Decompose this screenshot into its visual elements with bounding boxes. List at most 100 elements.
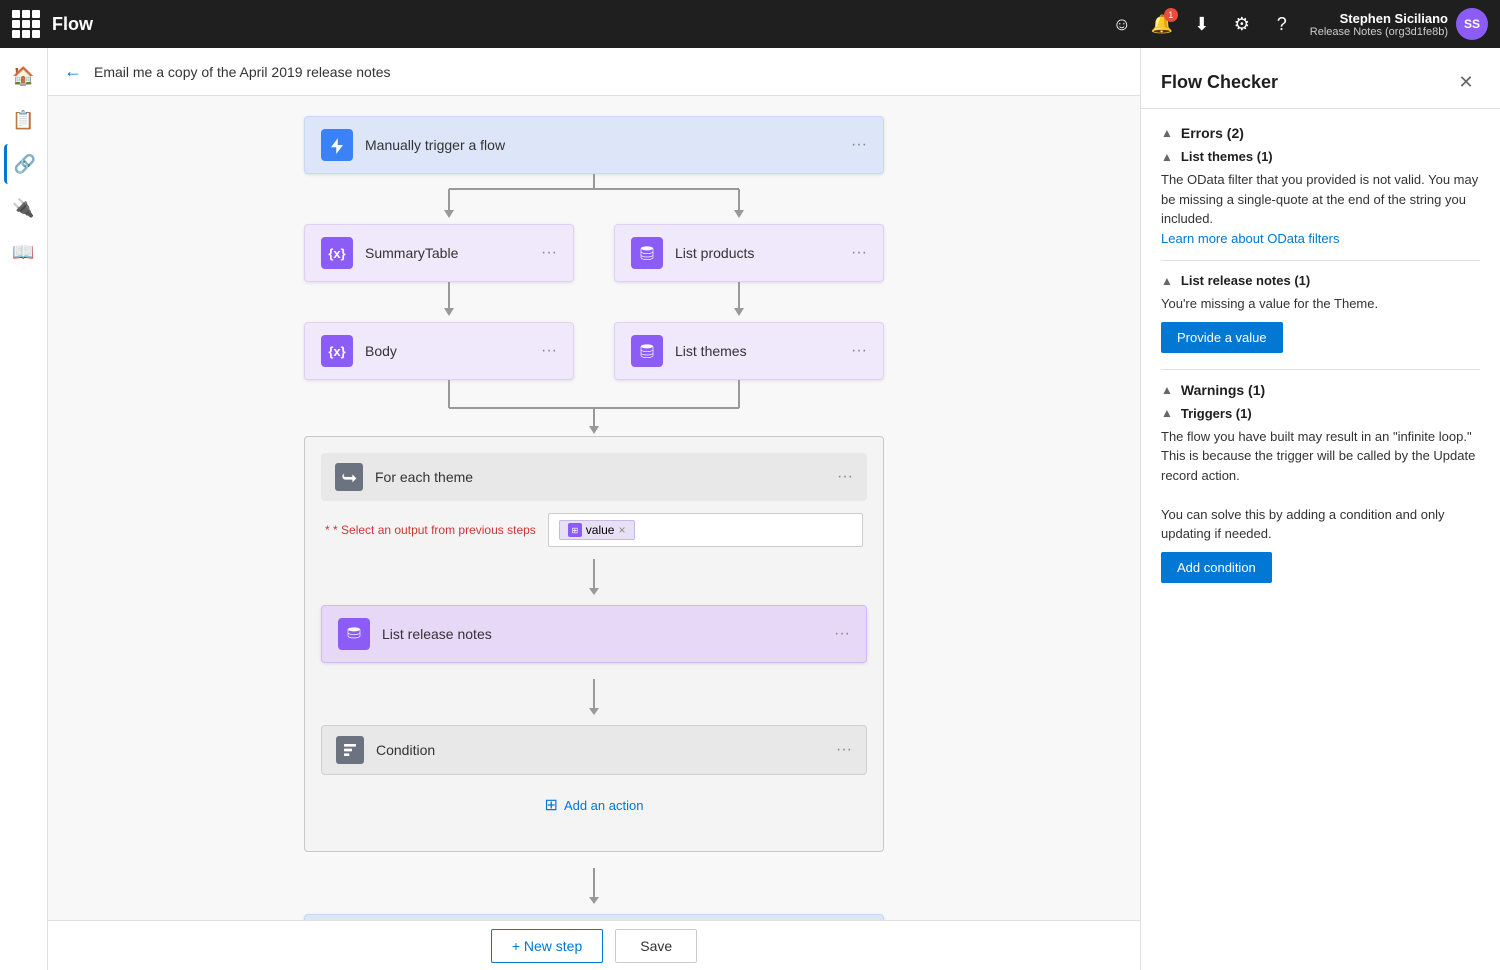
avatar: SS [1456,8,1488,40]
triggers-message-1: The flow you have built may result in an… [1161,429,1475,483]
list-release-notes-chevron: ▲ [1161,274,1173,288]
chip-icon: ⊞ [568,523,582,537]
flow-diagram: Manually trigger a flow ··· [68,116,1120,970]
summary-table-label: SummaryTable [365,245,529,261]
for-each-header[interactable]: For each theme ··· [321,453,867,501]
list-release-notes-block[interactable]: List release notes ··· [321,605,867,663]
errors-section-header[interactable]: ▲ Errors (2) [1161,125,1480,141]
summary-table-menu[interactable]: ··· [541,244,557,262]
triggers-message-2: You can solve this by adding a condition… [1161,507,1445,542]
sidebar-item-connections[interactable]: 🔌 [4,188,44,228]
add-condition-button[interactable]: Add condition [1161,552,1272,583]
list-themes-icon [631,335,663,367]
user-text: Stephen Siciliano Release Notes (org3d1f… [1310,11,1448,38]
list-themes-error-header[interactable]: ▲ List themes (1) [1161,149,1480,164]
app-title: Flow [52,14,1098,35]
condition-icon [336,736,364,764]
list-themes-block[interactable]: List themes ··· [614,322,884,380]
topbar-icons: ☺ 🔔 1 ⬇ ⚙ ? Stephen Siciliano Release No… [1110,8,1488,40]
for-each-container: For each theme ··· * * Select an output … [304,436,884,852]
provide-value-button[interactable]: Provide a value [1161,322,1283,353]
body-menu[interactable]: ··· [541,342,557,360]
flow-checker-header: Flow Checker ✕ [1141,48,1500,109]
notification-badge: 1 [1164,8,1178,22]
body-label: Body [365,343,529,359]
list-release-notes-error: ▲ List release notes (1) You're missing … [1161,273,1480,353]
user-name: Stephen Siciliano [1310,11,1448,26]
trigger-block[interactable]: Manually trigger a flow ··· [304,116,884,174]
sidebar-item-home[interactable]: 🏠 [4,56,44,96]
flow-checker-title: Flow Checker [1161,72,1278,93]
flow-checker-panel: Flow Checker ✕ ▲ Errors (2) ▲ List theme… [1140,48,1500,970]
waffle-icon[interactable] [12,10,40,38]
for-each-label: For each theme [375,469,825,485]
sidebar-item-active[interactable]: 🔗 [4,144,44,184]
warnings-chevron: ▲ [1161,383,1173,397]
new-step-button[interactable]: + New step [491,929,603,963]
list-products-menu[interactable]: ··· [851,244,867,262]
odata-learn-link[interactable]: Learn more about OData filters [1161,231,1339,246]
loop-icon [335,463,363,491]
condition-menu[interactable]: ··· [836,741,852,759]
condition-block[interactable]: Condition ··· [321,725,867,775]
triggers-warning: ▲ Triggers (1) The flow you have built m… [1161,406,1480,583]
warnings-section: ▲ Warnings (1) ▲ Triggers (1) The flow y… [1161,382,1480,583]
main-arrow-after-loop [593,868,595,898]
warnings-section-header[interactable]: ▲ Warnings (1) [1161,382,1480,398]
sidebar: 🏠 📋 🔗 🔌 📖 [0,48,48,970]
topbar: Flow ☺ 🔔 1 ⬇ ⚙ ? Stephen Siciliano Relea… [0,0,1500,48]
list-release-notes-icon [338,618,370,650]
branch-row-2: {x} Body ··· List themes ··· [304,322,884,380]
body-icon: {x} [321,335,353,367]
list-release-notes-label: List release notes [382,626,822,642]
branch-arrow-row-1 [304,282,884,322]
trigger-icon [321,129,353,161]
for-each-menu[interactable]: ··· [837,468,853,486]
branch-left-2: {x} Body ··· [304,322,574,380]
breadcrumb: Email me a copy of the April 2019 releas… [94,64,391,80]
errors-chevron: ▲ [1161,126,1173,140]
notification-icon[interactable]: 🔔 1 [1150,12,1174,36]
list-release-notes-error-header[interactable]: ▲ List release notes (1) [1161,273,1480,288]
loop-select-row: * * Select an output from previous steps… [321,513,867,547]
list-themes-label: List themes [675,343,839,359]
errors-title: Errors (2) [1181,125,1244,141]
back-button[interactable]: ← [64,61,82,82]
warnings-title: Warnings (1) [1181,382,1265,398]
condition-label: Condition [376,742,824,758]
list-themes-menu[interactable]: ··· [851,342,867,360]
triggers-warning-header[interactable]: ▲ Triggers (1) [1161,406,1480,421]
value-chip: ⊞ value × [559,520,635,540]
settings-icon[interactable]: ⚙ [1230,12,1254,36]
list-themes-error: ▲ List themes (1) The OData filter that … [1161,149,1480,248]
user-info: Stephen Siciliano Release Notes (org3d1f… [1310,8,1488,40]
list-products-block[interactable]: List products ··· [614,224,884,282]
trigger-menu[interactable]: ··· [851,136,867,154]
user-org: Release Notes (org3d1fe8b) [1310,26,1448,38]
close-button[interactable]: ✕ [1452,68,1480,96]
loop-select-label: * * Select an output from previous steps [325,523,536,537]
main-canvas: Manually trigger a flow ··· [48,96,1140,970]
list-release-notes-error-body: You're missing a value for the Theme. Pr… [1161,294,1480,353]
merge-connector [304,380,884,436]
summary-table-block[interactable]: {x} SummaryTable ··· [304,224,574,282]
save-button[interactable]: Save [615,929,697,963]
list-products-label: List products [675,245,839,261]
required-star: * [325,523,333,537]
list-themes-error-message: The OData filter that you provided is no… [1161,172,1478,226]
chip-remove[interactable]: × [618,523,625,537]
divider-2 [1161,369,1480,370]
loop-select-input[interactable]: ⊞ value × [548,513,863,547]
add-action-button[interactable]: ⊞ Add an action [545,795,644,815]
list-release-notes-menu[interactable]: ··· [834,625,850,643]
branch-split-connector [304,174,884,224]
help-icon[interactable]: ? [1270,12,1294,36]
emoji-icon[interactable]: ☺ [1110,12,1134,36]
body-block[interactable]: {x} Body ··· [304,322,574,380]
sidebar-item-flows[interactable]: 📋 [4,100,44,140]
download-icon[interactable]: ⬇ [1190,12,1214,36]
sidebar-item-book[interactable]: 📖 [4,232,44,272]
add-action-row: ⊞ Add an action [321,775,867,835]
checker-body: ▲ Errors (2) ▲ List themes (1) The OData… [1141,109,1500,615]
list-themes-error-title: List themes (1) [1181,149,1273,164]
